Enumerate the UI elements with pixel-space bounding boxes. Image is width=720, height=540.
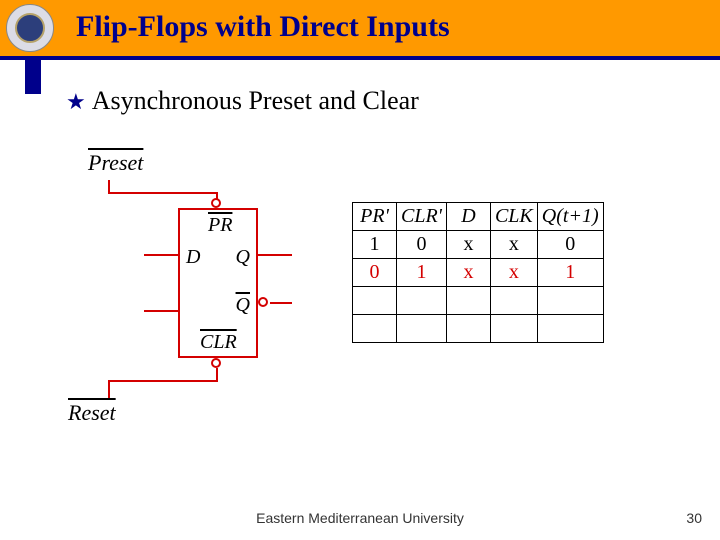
table-row: 0 1 x x 1 <box>353 259 604 287</box>
cell: 1 <box>353 231 397 259</box>
cell-empty <box>353 287 397 315</box>
qnext-t: t <box>563 205 569 227</box>
footer-org: Eastern Mediterranean University <box>0 510 720 526</box>
pr-pin-label: PR <box>208 214 232 237</box>
cell: 0 <box>537 231 603 259</box>
bubble-clr <box>211 358 221 368</box>
clr-pin-label: CLR <box>200 331 237 354</box>
cell-empty <box>397 315 447 343</box>
cell: x <box>446 231 490 259</box>
col-clr: CLR' <box>397 203 447 231</box>
cell-empty <box>490 315 537 343</box>
table-row <box>353 315 604 343</box>
flipflop-diagram: Preset Reset PR D Q Q CLR <box>88 150 328 420</box>
bubble-qbar <box>258 297 268 307</box>
wire-d <box>144 254 178 256</box>
cell-empty <box>446 287 490 315</box>
col-pr: PR' <box>353 203 397 231</box>
preset-label: Preset <box>88 150 143 176</box>
logo-inner <box>15 13 45 43</box>
star-bullet-icon: ★ <box>66 89 86 114</box>
bullet-item: ★Asynchronous Preset and Clear <box>66 86 419 116</box>
flipflop-box: PR D Q Q CLR <box>178 208 258 358</box>
title-accent-bar <box>25 60 41 94</box>
cell: 0 <box>353 259 397 287</box>
d-pin-label: D <box>186 246 200 269</box>
cell: x <box>446 259 490 287</box>
qbar-pin-label: Q <box>236 294 250 317</box>
cell-empty <box>353 315 397 343</box>
cell-empty <box>446 315 490 343</box>
wire-q <box>258 254 292 256</box>
wire-preset-h <box>108 192 218 194</box>
slide-title: Flip-Flops with Direct Inputs <box>76 10 450 44</box>
cell: 1 <box>397 259 447 287</box>
col-clk: CLK <box>490 203 537 231</box>
table-header-row: PR' CLR' D CLK Q(t+1) <box>353 203 604 231</box>
cell-empty <box>537 315 603 343</box>
q-pin-label: Q <box>236 246 250 269</box>
slide-number: 30 <box>686 510 702 526</box>
cell: x <box>490 259 537 287</box>
cell: x <box>490 231 537 259</box>
cell-empty <box>490 287 537 315</box>
cell-empty <box>537 287 603 315</box>
col-d: D <box>446 203 490 231</box>
cell-empty <box>397 287 447 315</box>
col-qnext: Q(t+1) <box>537 203 603 231</box>
table-row <box>353 287 604 315</box>
table-row: 1 0 x x 0 <box>353 231 604 259</box>
bullet-text: Asynchronous Preset and Clear <box>92 86 419 115</box>
truth-table: PR' CLR' D CLK Q(t+1) 1 0 x x 0 0 1 x x … <box>352 202 604 343</box>
bubble-preset <box>211 198 221 208</box>
wire-qbar <box>270 302 292 304</box>
cell: 0 <box>397 231 447 259</box>
wire-clr-down <box>108 380 110 398</box>
reset-label: Reset <box>68 400 116 426</box>
cell: 1 <box>537 259 603 287</box>
qnext-q: Q <box>542 205 556 227</box>
university-logo <box>6 4 54 52</box>
wire-clr-h <box>108 380 218 382</box>
wire-clk <box>144 310 178 312</box>
